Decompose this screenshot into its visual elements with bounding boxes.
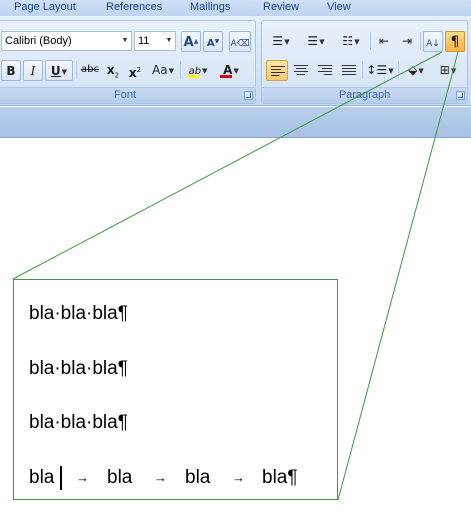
callout-line-right bbox=[337, 51, 459, 501]
callout-line-left bbox=[12, 51, 443, 280]
callout-lines bbox=[12, 51, 459, 501]
